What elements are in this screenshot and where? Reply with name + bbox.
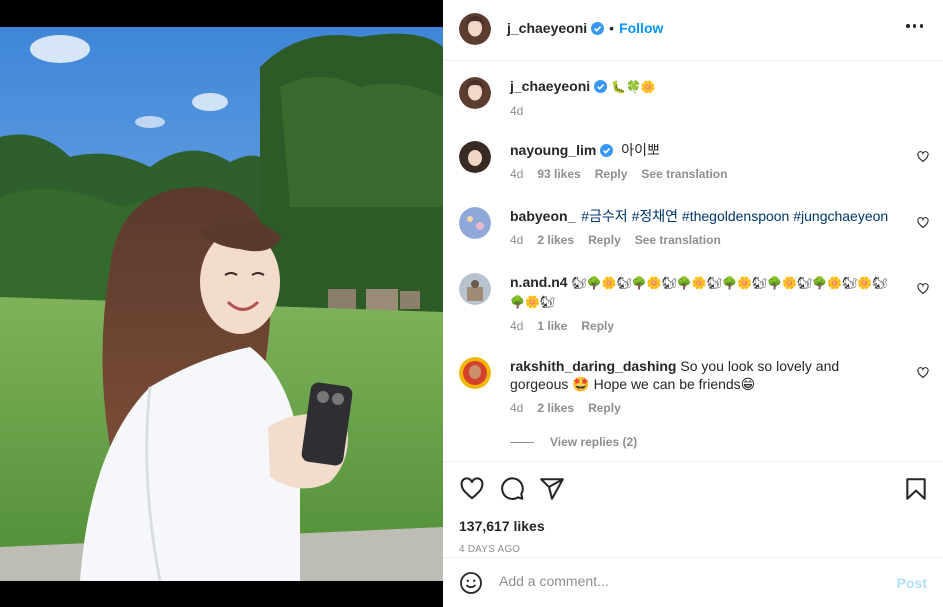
- comment-like-heart-icon[interactable]: [917, 283, 929, 295]
- hashtag-link[interactable]: #정채연: [632, 208, 678, 224]
- post-header: j_chaeyeoni • Follow: [443, 0, 943, 61]
- post-photo[interactable]: [0, 27, 443, 581]
- post-media-pane: [0, 0, 443, 607]
- hashtag-link[interactable]: #thegoldenspoon: [682, 208, 789, 224]
- hashtag-link[interactable]: #jungchaeyeon: [793, 208, 888, 224]
- author-line: j_chaeyeoni • Follow: [507, 20, 663, 38]
- comment-time: 4d: [510, 233, 524, 247]
- verified-badge-icon: [591, 22, 605, 35]
- comment-like-heart-icon[interactable]: [917, 217, 929, 229]
- comment-icon[interactable]: [499, 476, 525, 502]
- caption-text: 🐛🍀🌼: [611, 80, 656, 94]
- add-comment-bar: Post: [443, 557, 943, 607]
- follow-button[interactable]: Follow: [619, 20, 663, 36]
- post-timestamp[interactable]: 4 DAYS AGO: [459, 544, 520, 555]
- see-translation-link[interactable]: See translation: [635, 233, 721, 247]
- comment-likes[interactable]: 2 likes: [537, 233, 574, 247]
- reply-button[interactable]: Reply: [581, 319, 614, 333]
- view-replies-label: View replies (2): [550, 435, 638, 449]
- view-replies-line: [510, 441, 534, 443]
- commenter-avatar[interactable]: [459, 207, 491, 239]
- reply-button[interactable]: Reply: [595, 167, 628, 181]
- comment-username[interactable]: n.and.n4: [510, 274, 568, 290]
- comment-input[interactable]: [499, 573, 879, 589]
- reply-button[interactable]: Reply: [588, 401, 621, 415]
- emoji-icon[interactable]: [459, 571, 483, 595]
- bookmark-icon[interactable]: [903, 476, 929, 502]
- reply-button[interactable]: Reply: [588, 233, 621, 247]
- author-avatar[interactable]: [459, 13, 491, 45]
- post-actions: 137,617 likes 4 DAYS AGO: [443, 461, 943, 557]
- comment-time: 4d: [510, 401, 524, 415]
- commenter-avatar[interactable]: [459, 273, 491, 305]
- share-icon[interactable]: [539, 476, 565, 502]
- comment-username[interactable]: babyeon_: [510, 208, 575, 224]
- comment-username[interactable]: nayoung_lim: [510, 142, 596, 158]
- hashtag-link[interactable]: #금수저: [581, 208, 627, 224]
- comment-likes[interactable]: 1 like: [537, 319, 567, 333]
- verified-badge-icon: [594, 80, 608, 93]
- comment-text: 아이뽀: [621, 142, 660, 158]
- caption-avatar[interactable]: [459, 77, 491, 109]
- heart-icon[interactable]: [459, 476, 485, 502]
- post-photo-image: [0, 27, 443, 581]
- comment-username[interactable]: rakshith_daring_dashing: [510, 358, 676, 374]
- comment-likes[interactable]: 2 likes: [537, 401, 574, 415]
- likes-count[interactable]: 137,617 likes: [459, 518, 545, 534]
- comments-list[interactable]: j_chaeyeoni 🐛🍀🌼 4d nayoung_lim 아이뽀 4d 93 …: [443, 61, 943, 461]
- post-details-panel: j_chaeyeoni • Follow j_chaeyeoni 🐛🍀🌼 4d na…: [443, 0, 943, 607]
- view-replies-button[interactable]: View replies (2): [510, 435, 637, 449]
- separator-dot: •: [609, 20, 615, 36]
- commenter-avatar[interactable]: [459, 141, 491, 173]
- commenter-avatar[interactable]: [459, 357, 491, 389]
- comment-time: 4d: [510, 319, 524, 333]
- post-comment-button[interactable]: Post: [897, 575, 927, 591]
- comment-likes[interactable]: 93 likes: [537, 167, 580, 181]
- comment-like-heart-icon[interactable]: [917, 151, 929, 163]
- more-options-icon[interactable]: [906, 24, 923, 28]
- caption-username[interactable]: j_chaeyeoni: [510, 78, 590, 94]
- author-username[interactable]: j_chaeyeoni: [507, 20, 587, 36]
- comment-time: 4d: [510, 167, 524, 181]
- verified-badge-icon: [600, 144, 614, 157]
- caption-time: 4d: [510, 104, 524, 118]
- see-translation-link[interactable]: See translation: [641, 167, 727, 181]
- comment-like-heart-icon[interactable]: [917, 367, 929, 379]
